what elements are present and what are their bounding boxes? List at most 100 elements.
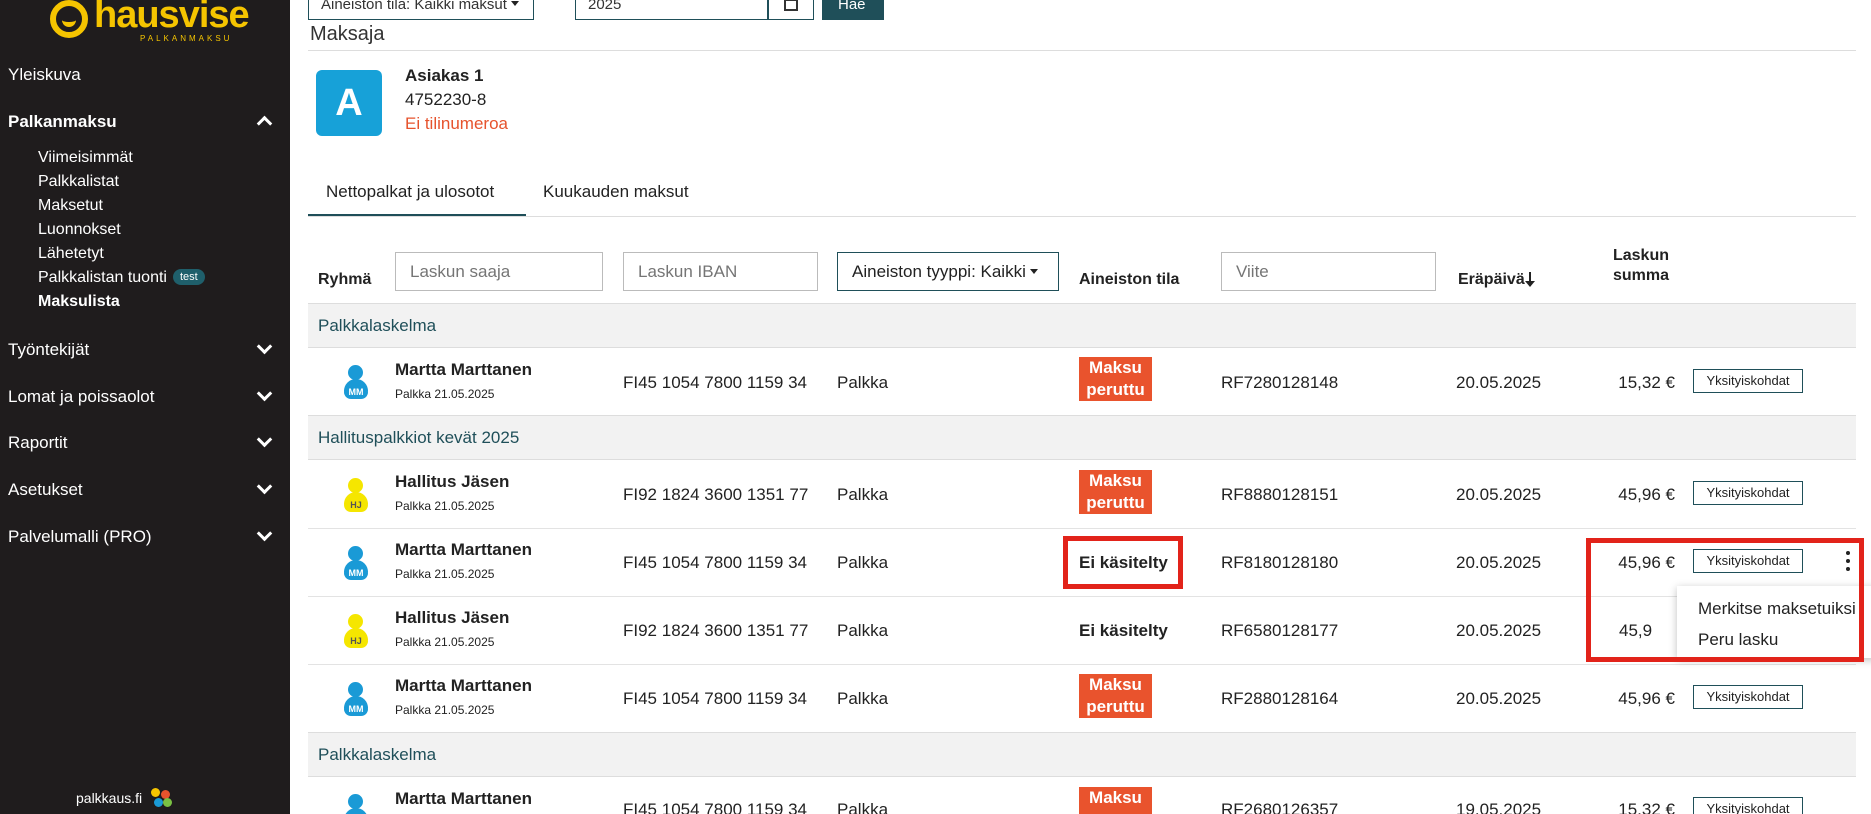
details-button[interactable]: Yksityiskohdat [1693,685,1803,709]
details-button[interactable]: Yksityiskohdat [1693,481,1803,505]
nav-payroll-latest[interactable]: Viimeisimmät [38,149,133,167]
reference-cell: RF8180128180 [1221,553,1339,572]
person-avatar-icon: MM [344,794,368,814]
amount-cell: 45,96 € [1618,485,1675,504]
nav-payroll-paymentlist[interactable]: Maksulista [38,293,120,311]
nav-leaves[interactable]: Lomat ja poissaolot [8,387,154,407]
recipient-subtitle: Palkka 21.05.2025 [395,499,495,513]
payer-business-id: 4752230-8 [405,90,487,109]
chevron-down-icon[interactable] [256,525,273,542]
nav-payroll[interactable]: Palkanmaksu [8,112,117,132]
chevron-down-icon[interactable] [256,431,273,448]
chevron-down-icon[interactable] [256,385,273,402]
type-cell: Palkka [837,689,889,708]
nav-service-model[interactable]: Palvelumalli (PRO) [8,527,152,547]
column-due-date-label: Eräpäivä [1458,271,1525,288]
status-line2: peruttu [1079,809,1152,814]
type-cell: Palkka [837,621,889,640]
column-amount-line1: Laskun [1612,247,1669,264]
status-line1: Maksu [1089,358,1142,377]
nav-employees[interactable]: Työntekijät [8,340,89,360]
reference-cell: RF2680126357 [1221,800,1339,814]
amount-cell: 15,32 € [1618,800,1675,814]
recipient-name[interactable]: Hallitus Jäsen [395,608,509,628]
year-input[interactable]: 2025 [575,0,768,20]
recipient-name[interactable]: Martta Marttanen [395,676,532,696]
type-filter-dropdown[interactable]: Aineiston tyyppi: Kaikki [837,252,1059,291]
row-divider [308,664,1856,665]
logo-subtitle: PALKANMAKSU [140,34,233,43]
divider [308,50,1856,51]
nav-settings[interactable]: Asetukset [8,480,83,500]
status-badge: Maksu peruttu [1079,357,1152,401]
nav-payroll-lists[interactable]: Palkkalistat [38,173,119,191]
hausvise-logo[interactable]: hausvise PALKANMAKSU [50,0,250,48]
avatar-initials: HJ [344,634,368,648]
recipient-filter-input[interactable] [395,252,603,291]
tab-net-salaries[interactable]: Nettopalkat ja ulosotot [326,182,494,202]
recipient-name[interactable]: Martta Marttanen [395,540,532,560]
status-line1: Maksu [1089,788,1142,807]
iban-filter-input[interactable] [623,252,818,291]
due-date-cell: 20.05.2025 [1456,553,1542,572]
chevron-down-icon[interactable] [256,478,273,495]
person-avatar-icon: HJ [344,614,368,648]
caret-down-icon [1029,269,1038,274]
tab-monthly-payments[interactable]: Kuukauden maksut [543,182,689,202]
due-date-cell: 20.05.2025 [1456,621,1542,640]
details-button[interactable]: Yksityiskohdat [1693,369,1803,393]
group-header: Palkkalaskelma [308,303,1856,348]
status-line2: peruttu [1086,493,1145,512]
payer-name: Asiakas 1 [405,66,484,85]
recipient-name[interactable]: Hallitus Jäsen [395,472,509,492]
nav-payroll-import[interactable]: Palkkalistan tuonti test [38,269,205,287]
recipient-subtitle: Palkka 21.05.2025 [395,703,495,717]
app-window: hausvise PALKANMAKSU Yleiskuva Palkanmak… [0,0,1871,814]
column-group: Ryhmä [318,271,372,288]
due-date-cell: 19.05.2025 [1456,800,1542,814]
column-due-date[interactable]: Eräpäivä [1458,271,1535,289]
recipient-subtitle: Palkka 21.05.2025 [395,567,495,581]
calendar-button[interactable] [768,0,814,20]
amount-cell: 15,32 € [1618,373,1675,392]
reference-cell: RF8880128151 [1221,485,1339,504]
recipient-name[interactable]: Martta Marttanen [395,789,532,809]
reference-cell: RF7280128148 [1221,373,1339,392]
reference-filter-input[interactable] [1221,252,1436,291]
status-badge: Maksu peruttu [1079,674,1152,718]
chevron-down-icon[interactable] [256,338,273,355]
payer-account-warning[interactable]: Ei tilinumeroa [405,114,508,134]
nav-payroll-paid[interactable]: Maksetut [38,197,103,215]
reference-cell: RF6580128177 [1221,621,1339,640]
nav-payroll-sent[interactable]: Lähetetyt [38,245,104,263]
nav-payroll-drafts[interactable]: Luonnokset [38,221,121,239]
palkkaus-logo-icon [151,788,173,808]
recipient-subtitle: Palkka 21.05.2025 [395,387,495,401]
nav-reports[interactable]: Raportit [8,433,68,453]
avatar-initials: MM [344,566,368,580]
recipient-name[interactable]: Martta Marttanen [395,360,532,380]
type-cell: Palkka [837,800,889,814]
nav-payroll-import-label: Palkkalistan tuonti [38,269,167,286]
iban-cell: FI45 1054 7800 1159 34 [623,373,808,392]
status-line2: peruttu [1086,380,1145,399]
chevron-up-icon[interactable] [256,115,273,132]
details-button[interactable]: Yksityiskohdat [1693,797,1803,814]
group-label: Palkkalaskelma [318,745,437,764]
test-badge: test [172,269,205,285]
person-avatar-icon: HJ [344,478,368,512]
person-avatar-icon: MM [344,546,368,580]
group-header: Palkkalaskelma [308,732,1856,777]
person-avatar-icon: MM [344,365,368,399]
avatar-initials: MM [344,702,368,716]
iban-cell: FI92 1824 3600 1351 77 [623,485,809,504]
highlight-status-box [1063,536,1183,589]
reference-cell: RF2880128164 [1221,689,1339,708]
status-line1: Maksu [1089,675,1142,694]
nav-overview[interactable]: Yleiskuva [8,65,81,85]
status-filter-dropdown[interactable]: Aineiston tila: Kaikki maksut [308,0,534,20]
avatar-initials: HJ [344,498,368,512]
fetch-button[interactable]: Hae [822,0,884,20]
logo-ring-icon [50,0,88,38]
calendar-icon [784,0,798,11]
